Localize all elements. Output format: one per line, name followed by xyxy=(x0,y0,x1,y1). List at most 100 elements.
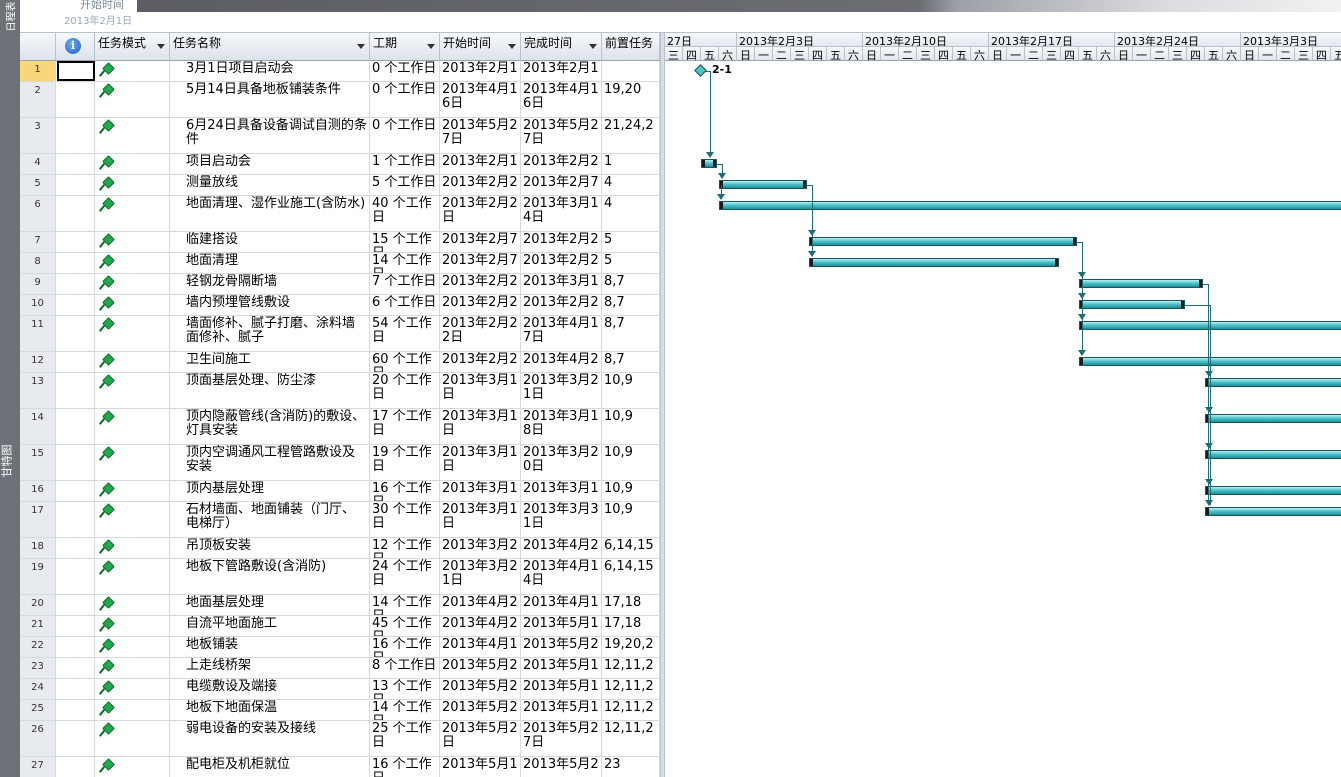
column-header-finish[interactable]: 完成时间 xyxy=(521,33,602,61)
row-id[interactable]: 24 xyxy=(20,679,56,699)
finish-cell[interactable]: 2013年3月21日 xyxy=(521,373,602,408)
start-cell[interactable]: 2013年2月1 xyxy=(440,154,521,174)
task-mode-cell[interactable] xyxy=(95,721,170,756)
duration-cell[interactable]: 54 个工作日 xyxy=(370,316,440,351)
task-name-cell[interactable]: 地板下地面保温 xyxy=(170,700,370,720)
chevron-down-icon[interactable] xyxy=(427,44,435,49)
row-id[interactable]: 1 xyxy=(20,61,56,81)
task-mode-cell[interactable] xyxy=(95,757,170,777)
finish-cell[interactable]: 2013年5月1 xyxy=(521,658,602,678)
predecessor-cell[interactable]: 10,9 xyxy=(602,409,660,444)
indicator-cell[interactable] xyxy=(56,559,95,594)
task-name-cell[interactable]: 顶内隐蔽管线(含消防)的敷设、灯具安装 xyxy=(170,409,370,444)
task-bar[interactable] xyxy=(1079,279,1203,288)
predecessor-cell[interactable]: 19,20 xyxy=(602,82,660,117)
task-name-cell[interactable]: 地面清理、湿作业施工(含防水) xyxy=(170,196,370,231)
indicator-header[interactable]: i xyxy=(56,33,95,61)
duration-cell[interactable]: 12 个工作日 xyxy=(370,538,440,558)
task-name-cell[interactable]: 轻钢龙骨隔断墙 xyxy=(170,274,370,294)
task-bar[interactable] xyxy=(1205,486,1341,495)
task-name-cell[interactable]: 项目启动会 xyxy=(170,154,370,174)
indicator-cell[interactable] xyxy=(56,175,95,195)
task-mode-cell[interactable] xyxy=(95,118,170,153)
start-cell[interactable]: 2013年3月1 xyxy=(440,481,521,501)
table-row[interactable]: 9 轻钢龙骨隔断墙 7 个工作日 2013年2月2 2013年3月1 8,7 xyxy=(20,274,660,295)
task-bar[interactable] xyxy=(719,180,807,189)
start-cell[interactable]: 2013年5月27日 xyxy=(440,118,521,153)
table-row[interactable]: 24 电缆敷设及端接13 个工作日2013年5月22013年5月112,11,2 xyxy=(20,679,660,700)
column-header-pred[interactable]: 前置任务 xyxy=(602,33,660,61)
predecessor-cell[interactable]: 12,11,2 xyxy=(602,679,660,699)
table-row[interactable]: 14 顶内隐蔽管线(含消防)的敷设、灯具安装 17 个工作日 2013年3月1日 201… xyxy=(20,409,660,445)
table-row[interactable]: 3 6月24日具备设备调试自测的条件 0 个工作日 2013年5月27日 2013年5月… xyxy=(20,118,660,154)
row-id[interactable]: 6 xyxy=(20,196,56,231)
indicator-cell[interactable] xyxy=(56,757,95,777)
chevron-down-icon[interactable] xyxy=(508,44,516,49)
table-row[interactable]: 12 卫生间施工60 个工作日2013年2月22013年4月28,7 xyxy=(20,352,660,373)
chevron-down-icon[interactable] xyxy=(589,44,597,49)
indicator-cell[interactable] xyxy=(56,481,95,501)
table-row[interactable]: 21 自流平地面施工45 个工作日2013年4月22013年5月117,18 xyxy=(20,616,660,637)
predecessor-cell[interactable]: 8,7 xyxy=(602,316,660,351)
task-bar[interactable] xyxy=(1079,300,1185,309)
start-cell[interactable]: 2013年5月2 xyxy=(440,700,521,720)
finish-cell[interactable]: 2013年4月2 xyxy=(521,352,602,372)
finish-cell[interactable]: 2013年5月1 xyxy=(521,700,602,720)
indicator-cell[interactable] xyxy=(56,274,95,294)
duration-cell[interactable]: 16 个工作日 xyxy=(370,481,440,501)
row-id[interactable]: 2 xyxy=(20,82,56,117)
row-id[interactable]: 5 xyxy=(20,175,56,195)
table-row[interactable]: 6 地面清理、湿作业施工(含防水) 40 个工作日 2013年2月2日 2013年3月1… xyxy=(20,196,660,232)
duration-cell[interactable]: 13 个工作日 xyxy=(370,679,440,699)
table-row[interactable]: 4 项目启动会 1 个工作日 2013年2月1 2013年2月2 1 xyxy=(20,154,660,175)
indicator-cell[interactable] xyxy=(56,502,95,537)
finish-cell[interactable]: 2013年3月1 xyxy=(521,274,602,294)
predecessor-cell[interactable]: 17,18 xyxy=(602,595,660,615)
task-bar[interactable] xyxy=(1205,378,1341,387)
row-id[interactable]: 15 xyxy=(20,445,56,480)
chevron-down-icon[interactable] xyxy=(157,44,165,49)
task-mode-cell[interactable] xyxy=(95,595,170,615)
table-row[interactable]: 25 地板下地面保温14 个工作日2013年5月22013年5月112,11,2 xyxy=(20,700,660,721)
duration-cell[interactable]: 19 个工作日 xyxy=(370,445,440,480)
finish-cell[interactable]: 2013年4月1 xyxy=(521,595,602,615)
start-cell[interactable]: 2013年3月2 xyxy=(440,538,521,558)
duration-cell[interactable]: 17 个工作日 xyxy=(370,409,440,444)
row-id[interactable]: 11 xyxy=(20,316,56,351)
task-name-cell[interactable]: 电缆敷设及端接 xyxy=(170,679,370,699)
row-id[interactable]: 17 xyxy=(20,502,56,537)
timeline-strip[interactable]: 日程表 开始时间 2013年2月1日 xyxy=(0,0,1341,33)
predecessor-cell[interactable]: 10,9 xyxy=(602,502,660,537)
indicator-cell[interactable] xyxy=(56,409,95,444)
task-mode-cell[interactable] xyxy=(95,481,170,501)
table-row[interactable]: 23 上走线桥架 8 个工作日 2013年5月2 2013年5月1 12,11,2 xyxy=(20,658,660,679)
task-mode-cell[interactable] xyxy=(95,409,170,444)
table-row[interactable]: 27 配电柜及机柜就位16 个工作日2013年5月12013年5月223 xyxy=(20,757,660,777)
task-name-cell[interactable]: 地板铺装 xyxy=(170,637,370,657)
task-name-cell[interactable]: 地面清理 xyxy=(170,253,370,273)
finish-cell[interactable]: 2013年5月27日 xyxy=(521,118,602,153)
chevron-down-icon[interactable] xyxy=(357,44,365,49)
duration-cell[interactable]: 20 个工作日 xyxy=(370,373,440,408)
task-mode-cell[interactable] xyxy=(95,559,170,594)
start-cell[interactable]: 2013年3月1日 xyxy=(440,445,521,480)
predecessor-cell[interactable]: 10,9 xyxy=(602,373,660,408)
predecessor-cell[interactable]: 6,14,15 xyxy=(602,559,660,594)
row-id[interactable]: 8 xyxy=(20,253,56,273)
task-mode-cell[interactable] xyxy=(95,154,170,174)
finish-cell[interactable]: 2013年4月16日 xyxy=(521,82,602,117)
task-bar[interactable] xyxy=(701,159,717,168)
row-id[interactable]: 10 xyxy=(20,295,56,315)
start-cell[interactable]: 2013年2月2 xyxy=(440,352,521,372)
start-cell[interactable]: 2013年5月1 xyxy=(440,757,521,777)
indicator-cell[interactable] xyxy=(56,253,95,273)
duration-cell[interactable]: 25 个工作日 xyxy=(370,721,440,756)
table-row[interactable]: 18 吊顶板安装12 个工作日2013年3月22013年4月26,14,15 xyxy=(20,538,660,559)
indicator-cell[interactable] xyxy=(56,445,95,480)
column-header-name[interactable]: 任务名称 xyxy=(170,33,370,61)
row-id[interactable]: 19 xyxy=(20,559,56,594)
finish-cell[interactable]: 2013年2月2 xyxy=(521,295,602,315)
indicator-cell[interactable] xyxy=(56,295,95,315)
task-mode-cell[interactable] xyxy=(95,352,170,372)
duration-cell[interactable]: 30 个工作日 xyxy=(370,502,440,537)
